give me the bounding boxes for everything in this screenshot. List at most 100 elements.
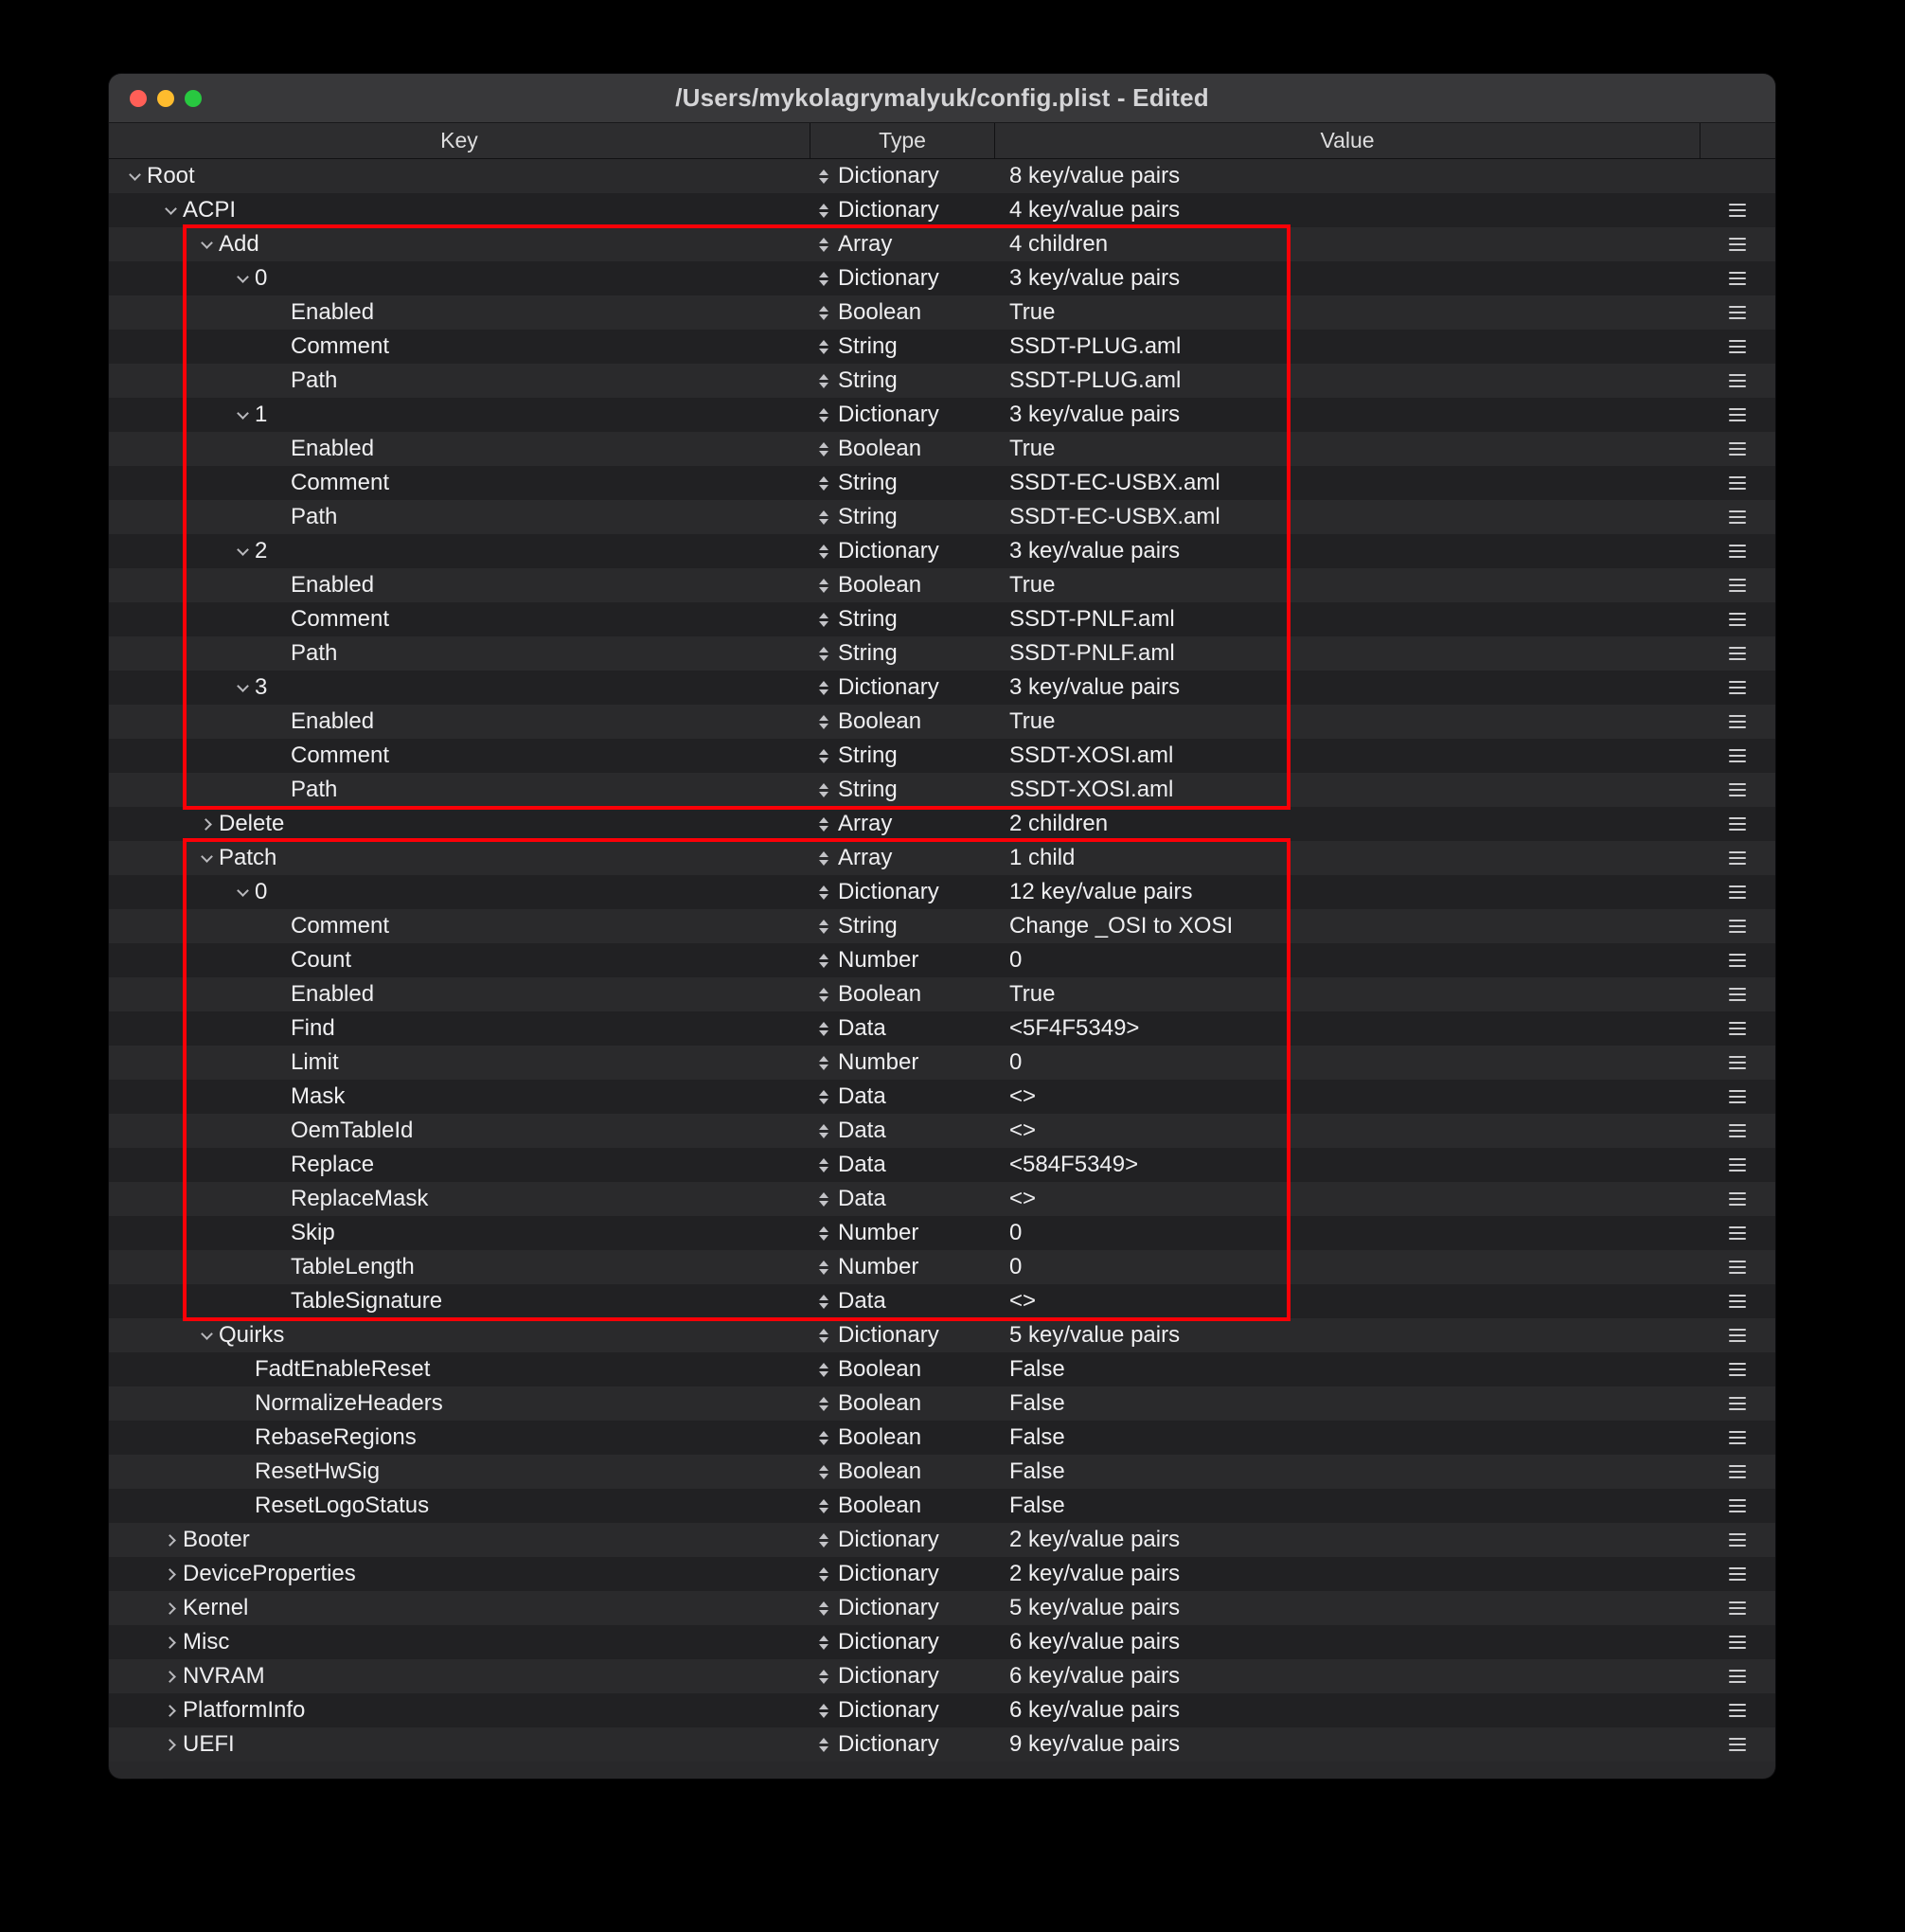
column-header-value[interactable]: Value — [994, 123, 1700, 158]
row-key-label[interactable]: FadtEnableReset — [255, 1356, 430, 1383]
key-cell[interactable]: Skip — [109, 1216, 810, 1250]
row-key-label[interactable]: 1 — [255, 402, 267, 428]
row-value-label[interactable]: False — [1009, 1493, 1065, 1519]
row-key-label[interactable]: 2 — [255, 538, 267, 564]
key-cell[interactable]: Path — [109, 636, 810, 671]
table-row[interactable]: DevicePropertiesDictionary2 key/value pa… — [109, 1557, 1775, 1591]
key-cell[interactable]: Root — [109, 159, 810, 193]
type-cell[interactable]: Data — [810, 1148, 994, 1182]
type-stepper-icon[interactable] — [819, 340, 828, 354]
type-cell[interactable]: Number — [810, 943, 994, 977]
table-row[interactable]: DeleteArray2 children — [109, 807, 1775, 841]
row-key-label[interactable]: Comment — [291, 333, 389, 360]
table-row[interactable]: SkipNumber 0 — [109, 1216, 1775, 1250]
row-menu-icon[interactable] — [1729, 414, 1746, 417]
row-value-label[interactable]: 0 — [1009, 1049, 1022, 1076]
type-stepper-icon[interactable] — [819, 647, 828, 661]
table-row[interactable]: LimitNumber0 — [109, 1046, 1775, 1080]
key-cell[interactable]: OemTableId — [109, 1114, 810, 1148]
type-cell[interactable]: String — [810, 773, 994, 807]
type-cell[interactable]: Dictionary — [810, 159, 994, 193]
key-cell[interactable]: DeviceProperties — [109, 1557, 810, 1591]
key-cell[interactable]: Comment — [109, 330, 810, 364]
row-key-label[interactable]: Enabled — [291, 299, 374, 326]
type-cell[interactable]: Dictionary — [810, 1727, 994, 1762]
key-cell[interactable]: ACPI — [109, 193, 810, 227]
row-key-label[interactable]: Misc — [183, 1629, 229, 1655]
value-cell[interactable]: 3 key/value pairs — [994, 398, 1700, 432]
type-cell[interactable]: Array — [810, 227, 994, 261]
row-key-label[interactable]: OemTableId — [291, 1118, 413, 1144]
row-value-label[interactable]: 6 key/value pairs — [1009, 1663, 1180, 1690]
table-row[interactable]: NVRAMDictionary6 key/value pairs — [109, 1659, 1775, 1693]
type-stepper-icon[interactable] — [819, 1704, 828, 1718]
row-value-label[interactable]: 3 key/value pairs — [1009, 674, 1180, 701]
chevron-right-icon[interactable] — [158, 1523, 183, 1557]
value-cell[interactable]: 2 children — [994, 807, 1700, 841]
type-stepper-icon[interactable] — [819, 442, 828, 456]
row-menu-icon[interactable] — [1729, 993, 1746, 996]
type-stepper-icon[interactable] — [819, 715, 828, 729]
value-cell[interactable]: 2 key/value pairs — [994, 1557, 1700, 1591]
row-menu-icon[interactable] — [1729, 1164, 1746, 1167]
type-cell[interactable]: Dictionary — [810, 261, 994, 295]
table-row[interactable]: EnabledBooleanTrue — [109, 295, 1775, 330]
row-key-label[interactable]: Booter — [183, 1527, 250, 1553]
row-value-label[interactable]: True — [1009, 708, 1055, 735]
value-cell[interactable]: SSDT-XOSI.aml — [994, 773, 1700, 807]
row-value-label[interactable]: 6 key/value pairs — [1009, 1629, 1180, 1655]
row-key-label[interactable]: NVRAM — [183, 1663, 265, 1690]
key-cell[interactable]: Delete — [109, 807, 810, 841]
type-stepper-icon[interactable] — [819, 1499, 828, 1513]
row-value-label[interactable]: 0 — [1009, 1220, 1022, 1246]
table-row[interactable]: PathStringSSDT-XOSI.aml — [109, 773, 1775, 807]
type-stepper-icon[interactable] — [819, 1192, 828, 1207]
table-row[interactable]: CommentStringSSDT-XOSI.aml — [109, 739, 1775, 773]
chevron-right-icon[interactable] — [158, 1591, 183, 1625]
type-cell[interactable]: Number — [810, 1216, 994, 1250]
type-cell[interactable]: Boolean — [810, 568, 994, 602]
row-key-label[interactable]: Patch — [219, 845, 276, 871]
key-cell[interactable]: ReplaceMask — [109, 1182, 810, 1216]
table-row[interactable]: OemTableIdData<> — [109, 1114, 1775, 1148]
row-value-label[interactable]: 3 key/value pairs — [1009, 538, 1180, 564]
type-stepper-icon[interactable] — [819, 204, 828, 218]
row-menu-icon[interactable] — [1729, 1334, 1746, 1337]
row-key-label[interactable]: Comment — [291, 470, 389, 496]
value-cell[interactable]: SSDT-EC-USBX.aml — [994, 466, 1700, 500]
chevron-down-icon[interactable] — [230, 534, 255, 568]
row-value-label[interactable]: 1 child — [1009, 845, 1075, 871]
row-menu-icon[interactable] — [1729, 891, 1746, 894]
row-key-label[interactable]: Enabled — [291, 436, 374, 462]
row-value-label[interactable]: SSDT-PLUG.aml — [1009, 333, 1181, 360]
row-key-label[interactable]: Path — [291, 504, 337, 530]
type-stepper-icon[interactable] — [819, 1226, 828, 1241]
type-cell[interactable]: Data — [810, 1182, 994, 1216]
key-cell[interactable]: 0 — [109, 875, 810, 909]
type-stepper-icon[interactable] — [819, 1533, 828, 1547]
type-stepper-icon[interactable] — [819, 1567, 828, 1582]
row-key-label[interactable]: Limit — [291, 1049, 339, 1076]
chevron-right-icon[interactable] — [158, 1693, 183, 1727]
value-cell[interactable]: 6 key/value pairs — [994, 1625, 1700, 1659]
row-value-label[interactable]: <584F5349> — [1009, 1152, 1138, 1178]
value-cell[interactable]: False — [994, 1386, 1700, 1421]
key-cell[interactable]: Comment — [109, 909, 810, 943]
table-row[interactable]: CommentStringSSDT-PNLF.aml — [109, 602, 1775, 636]
key-cell[interactable]: Path — [109, 500, 810, 534]
key-cell[interactable]: FadtEnableReset — [109, 1352, 810, 1386]
table-row[interactable]: BooterDictionary2 key/value pairs — [109, 1523, 1775, 1557]
row-value-label[interactable]: 3 key/value pairs — [1009, 402, 1180, 428]
table-row[interactable]: PatchArray1 child — [109, 841, 1775, 875]
row-value-label[interactable]: True — [1009, 436, 1055, 462]
chevron-down-icon[interactable] — [122, 159, 147, 193]
table-row[interactable]: MiscDictionary6 key/value pairs — [109, 1625, 1775, 1659]
table-row[interactable]: CountNumber0 — [109, 943, 1775, 977]
row-key-label[interactable]: Mask — [291, 1083, 345, 1110]
value-cell[interactable]: SSDT-PLUG.aml — [994, 330, 1700, 364]
row-menu-icon[interactable] — [1729, 584, 1746, 587]
key-cell[interactable]: PlatformInfo — [109, 1693, 810, 1727]
key-cell[interactable]: Limit — [109, 1046, 810, 1080]
row-menu-icon[interactable] — [1729, 823, 1746, 826]
type-stepper-icon[interactable] — [819, 1261, 828, 1275]
